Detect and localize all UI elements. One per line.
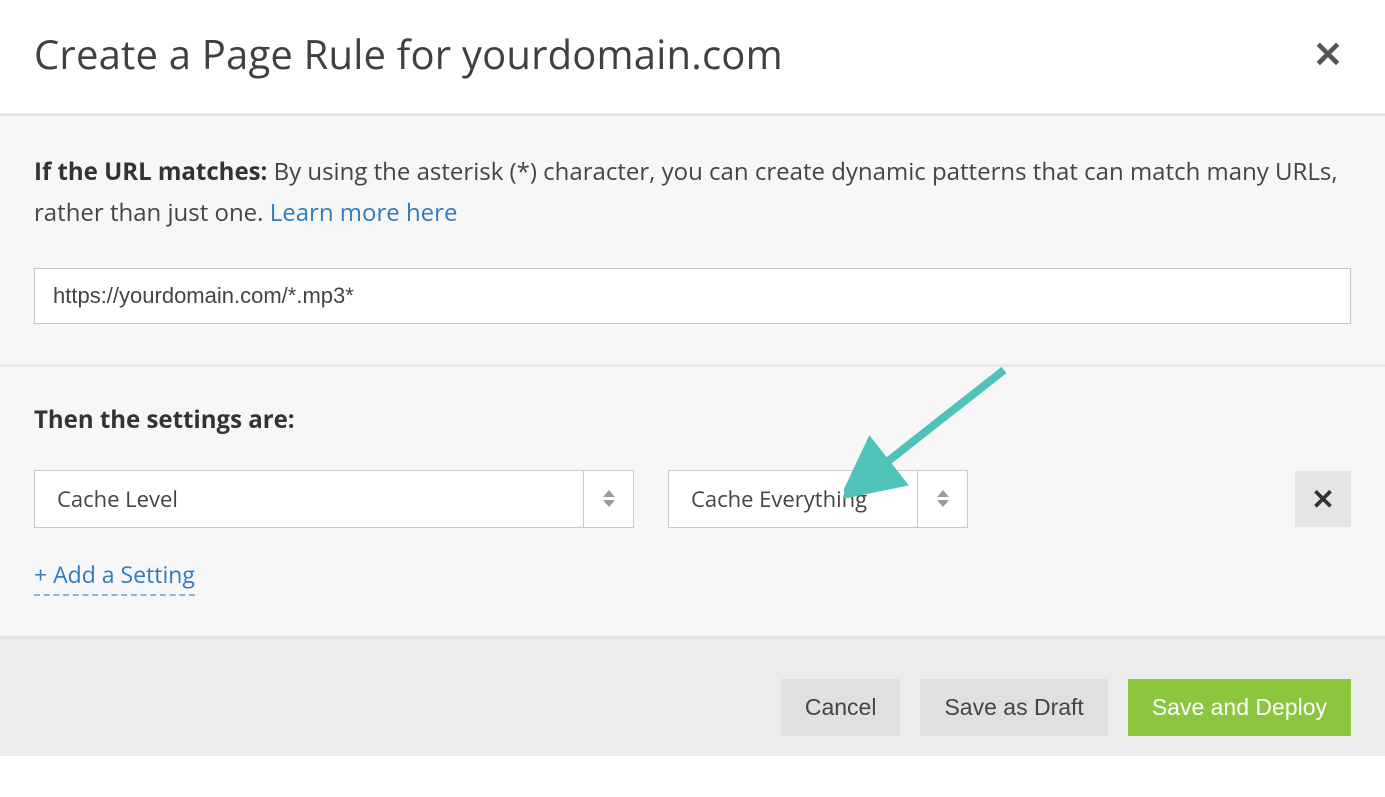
close-icon[interactable]: ✕ xyxy=(1305,32,1351,76)
save-deploy-button[interactable]: Save and Deploy xyxy=(1128,679,1351,736)
stepper-icon xyxy=(583,471,633,527)
setting-value-select[interactable]: Cache Everything xyxy=(668,470,968,528)
url-pattern-input[interactable] xyxy=(34,268,1351,324)
setting-type-value: Cache Level xyxy=(35,471,583,527)
setting-row: Cache Level Cache Everything ✕ xyxy=(34,470,1351,528)
add-setting-link[interactable]: + Add a Setting xyxy=(34,558,195,596)
setting-value-value: Cache Everything xyxy=(669,471,917,527)
url-match-label-bold: If the URL matches: xyxy=(34,155,267,188)
chevron-down-icon xyxy=(937,500,949,507)
modal-header: Create a Page Rule for yourdomain.com ✕ xyxy=(0,0,1385,113)
settings-section: Then the settings are: Cache Level Cache… xyxy=(0,364,1385,636)
url-match-section: If the URL matches: By using the asteris… xyxy=(0,116,1385,364)
url-match-description: If the URL matches: By using the asteris… xyxy=(34,152,1351,234)
setting-type-select[interactable]: Cache Level xyxy=(34,470,634,528)
remove-setting-button[interactable]: ✕ xyxy=(1295,471,1351,527)
modal-title: Create a Page Rule for yourdomain.com xyxy=(34,26,783,81)
learn-more-link[interactable]: Learn more here xyxy=(270,196,458,229)
cancel-button[interactable]: Cancel xyxy=(781,679,901,736)
chevron-up-icon xyxy=(937,490,949,497)
chevron-down-icon xyxy=(603,500,615,507)
settings-heading: Then the settings are: xyxy=(34,403,1351,436)
save-draft-button[interactable]: Save as Draft xyxy=(920,679,1107,736)
close-icon: ✕ xyxy=(1311,480,1334,518)
stepper-icon xyxy=(917,471,967,527)
chevron-up-icon xyxy=(603,490,615,497)
modal-footer: Cancel Save as Draft Save and Deploy xyxy=(0,636,1385,756)
